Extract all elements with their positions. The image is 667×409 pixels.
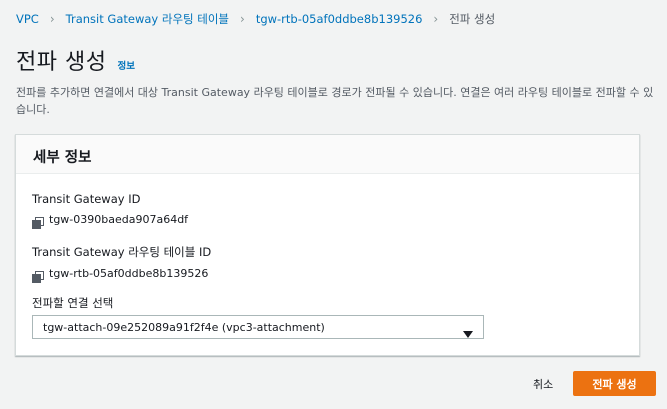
info-link[interactable]: 정보	[117, 58, 134, 72]
page-description: 전파를 추가하면 연결에서 대상 Transit Gateway 라우팅 테이블…	[16, 86, 654, 116]
cancel-button[interactable]: 취소	[533, 376, 553, 392]
breadcrumb: VPC › Transit Gateway 라우팅 테이블 › tgw-rtb-…	[16, 11, 495, 27]
attachment-select-value: tgw-attach-09e252089a91f2f4e (vpc3-attac…	[43, 320, 325, 334]
chevron-right-icon: ›	[433, 12, 439, 26]
attachment-select[interactable]: tgw-attach-09e252089a91f2f4e (vpc3-attac…	[32, 315, 484, 339]
create-propagation-button[interactable]: 전파 생성	[573, 371, 656, 396]
chevron-right-icon: ›	[49, 12, 55, 26]
panel-title: 세부 정보	[33, 150, 92, 166]
field-value: tgw-0390baeda907a64df	[32, 213, 189, 229]
field-label: Transit Gateway ID	[32, 192, 141, 206]
page: VPC › Transit Gateway 라우팅 테이블 › tgw-rtb-…	[0, 0, 667, 409]
caret-down-icon	[463, 324, 473, 338]
copy-icon[interactable]	[32, 214, 44, 229]
attachment-select-label: 전파할 연결 선택	[32, 296, 114, 310]
details-panel: 세부 정보 Transit Gateway ID tgw-0390baeda90…	[15, 134, 640, 356]
route-table-id-value: tgw-rtb-05af0ddbe8b139526	[49, 267, 209, 280]
transit-gateway-id-field: Transit Gateway ID tgw-0390baeda907a64df	[32, 192, 189, 229]
title-row: 전파 생성 정보	[16, 44, 135, 76]
field-value: tgw-rtb-05af0ddbe8b139526	[32, 267, 211, 283]
field-label: Transit Gateway 라우팅 테이블 ID	[32, 245, 212, 259]
copy-icon[interactable]	[32, 268, 44, 283]
panel-header: 세부 정보	[16, 135, 639, 174]
page-title: 전파 생성	[16, 50, 107, 75]
attachment-select-field: 전파할 연결 선택	[32, 295, 113, 311]
breadcrumb-link-route-table-id[interactable]: tgw-rtb-05af0ddbe8b139526	[256, 12, 423, 26]
route-table-id-field: Transit Gateway 라우팅 테이블 ID tgw-rtb-05af0…	[32, 244, 212, 283]
breadcrumb-link-route-tables[interactable]: Transit Gateway 라우팅 테이블	[66, 11, 229, 27]
breadcrumb-link-vpc[interactable]: VPC	[16, 12, 39, 26]
chevron-right-icon: ›	[240, 12, 245, 26]
breadcrumb-current: 전파 생성	[449, 12, 496, 26]
transit-gateway-id-value: tgw-0390baeda907a64df	[49, 213, 189, 226]
